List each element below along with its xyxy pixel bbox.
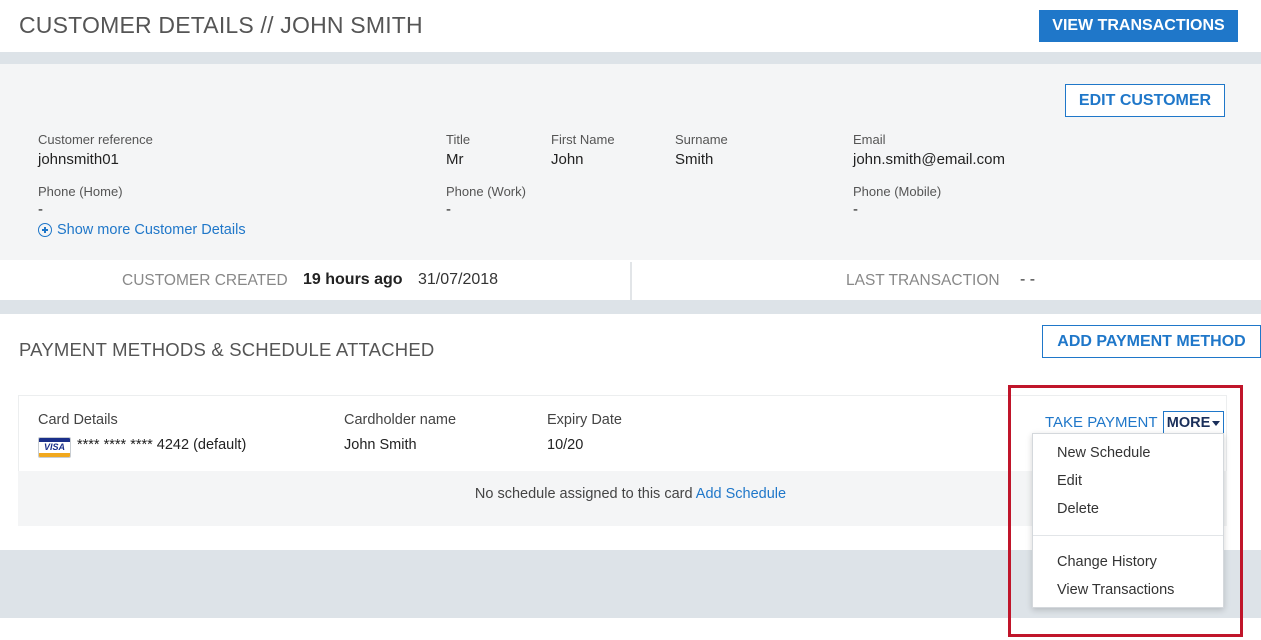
add-payment-method-button[interactable]: ADD PAYMENT METHOD [1042,325,1261,358]
surname-value: Smith [675,151,714,168]
page-title: CUSTOMER DETAILS // JOHN SMITH [19,12,423,38]
phone-mobile-value: - [853,201,858,218]
caret-down-icon [1212,421,1221,426]
menu-item-view-transactions[interactable]: View Transactions [1057,582,1174,598]
payment-methods-title: PAYMENT METHODS & SCHEDULE ATTACHED [19,339,435,360]
add-schedule-link[interactable]: Add Schedule [696,486,786,502]
title-value: Mr [446,151,464,168]
take-payment-link[interactable]: TAKE PAYMENT [1045,414,1158,431]
phone-work-label: Phone (Work) [446,184,526,199]
customer-reference-value: johnsmith01 [38,151,119,168]
card-number: **** **** **** 4242 (default) [77,437,247,453]
customer-reference-label: Customer reference [38,132,153,147]
visa-card-icon: VISA [38,437,71,458]
view-transactions-button[interactable]: VIEW TRANSACTIONS [1039,10,1238,42]
surname-label: Surname [675,132,728,147]
expiry-date-label: Expiry Date [547,412,622,428]
phone-mobile-label: Phone (Mobile) [853,184,942,199]
menu-item-delete[interactable]: Delete [1057,501,1099,517]
show-more-label: Show more Customer Details [57,222,246,238]
plus-circle-icon [38,223,52,237]
phone-work-value: - [446,201,451,218]
more-dropdown-menu: New Schedule Edit Delete Change History … [1032,433,1224,608]
customer-created-date: 31/07/2018 [418,271,499,288]
phone-home-value: - [38,201,43,218]
page-header: CUSTOMER DETAILS // JOHN SMITH VIEW TRAN… [0,0,1261,52]
customer-created-label: CUSTOMER CREATED [122,272,288,289]
more-dropdown-button[interactable]: MORE [1163,411,1224,434]
stats-divider [630,262,632,300]
last-transaction-label: LAST TRANSACTION [846,272,1000,289]
expiry-date-value: 10/20 [547,437,584,453]
phone-home-label: Phone (Home) [38,184,123,199]
no-schedule-text: No schedule assigned to this card [474,486,693,502]
title-label: Title [446,132,471,147]
section-divider [0,300,1261,314]
card-details-label: Card Details [38,412,118,428]
menu-separator [1033,535,1223,536]
show-more-customer-details-link[interactable]: Show more Customer Details [38,222,246,238]
menu-item-new-schedule[interactable]: New Schedule [1057,445,1151,461]
card-brand-label: VISA [43,442,65,452]
menu-item-change-history[interactable]: Change History [1057,554,1157,570]
customer-details-panel: EDIT CUSTOMER Customer reference johnsmi… [0,64,1261,260]
customer-created-relative: 19 hours ago [303,271,403,288]
customer-details-page: CUSTOMER DETAILS // JOHN SMITH VIEW TRAN… [0,0,1261,640]
more-label: MORE [1166,414,1211,431]
menu-item-edit[interactable]: Edit [1057,473,1082,489]
cardholder-name-value: John Smith [344,437,417,453]
email-value: john.smith@email.com [853,151,1005,168]
first-name-label: First Name [551,132,615,147]
edit-customer-button[interactable]: EDIT CUSTOMER [1065,84,1225,117]
cardholder-name-label: Cardholder name [344,412,457,428]
email-label: Email [853,132,886,147]
last-transaction-value: - - [1020,271,1036,288]
section-divider [0,52,1261,64]
first-name-value: John [551,151,584,168]
